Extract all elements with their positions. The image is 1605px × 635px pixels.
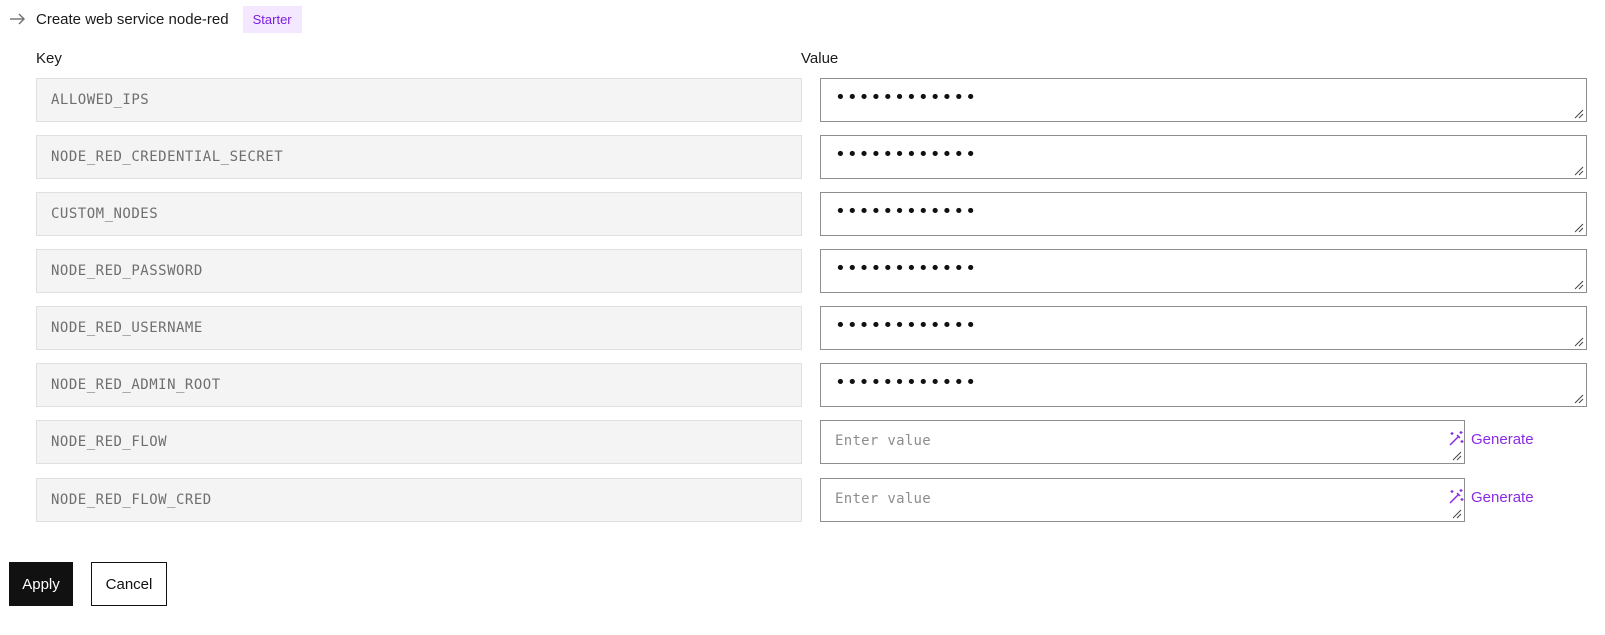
value-field[interactable]: •••••••••••• — [820, 135, 1587, 179]
key-column-label: Key — [36, 50, 62, 67]
arrow-right-icon — [10, 13, 25, 25]
masked-value: •••••••••••• — [835, 87, 978, 108]
env-var-row: ALLOWED_IPS •••••••••••• — [36, 78, 1596, 124]
key-field: NODE_RED_ADMIN_ROOT — [36, 363, 802, 407]
generate-button[interactable]: Generate — [1447, 430, 1534, 448]
env-var-row: NODE_RED_ADMIN_ROOT •••••••••••• — [36, 363, 1596, 409]
resize-handle-icon[interactable] — [1574, 223, 1584, 233]
generate-label: Generate — [1471, 430, 1534, 448]
resize-handle-icon[interactable] — [1452, 509, 1462, 519]
env-var-row: NODE_RED_USERNAME •••••••••••• — [36, 306, 1596, 352]
masked-value: •••••••••••• — [835, 258, 978, 279]
resize-handle-icon[interactable] — [1574, 337, 1584, 347]
key-field: ALLOWED_IPS — [36, 78, 802, 122]
resize-handle-icon[interactable] — [1574, 166, 1584, 176]
env-var-row: CUSTOM_NODES •••••••••••• — [36, 192, 1596, 238]
env-var-row: NODE_RED_FLOW Enter value Generate — [36, 420, 1596, 466]
magic-wand-icon — [1449, 489, 1464, 504]
key-field: NODE_RED_CREDENTIAL_SECRET — [36, 135, 802, 179]
apply-button[interactable]: Apply — [9, 562, 73, 606]
value-field[interactable]: •••••••••••• — [820, 249, 1587, 293]
env-var-row: NODE_RED_CREDENTIAL_SECRET •••••••••••• — [36, 135, 1596, 181]
key-field: NODE_RED_PASSWORD — [36, 249, 802, 293]
resize-handle-icon[interactable] — [1452, 451, 1462, 461]
plan-badge: Starter — [242, 5, 302, 33]
value-field[interactable]: •••••••••••• — [820, 192, 1587, 236]
magic-wand-icon — [1449, 431, 1464, 446]
value-field[interactable]: Enter value — [820, 478, 1465, 522]
value-placeholder: Enter value — [835, 433, 932, 449]
generate-label: Generate — [1471, 488, 1534, 506]
masked-value: •••••••••••• — [835, 315, 978, 336]
value-field[interactable]: •••••••••••• — [820, 78, 1587, 122]
value-field[interactable]: •••••••••••• — [820, 363, 1587, 407]
service-header: Create web service node-red Starter — [8, 5, 302, 33]
value-column-label: Value — [801, 50, 839, 67]
key-field: NODE_RED_FLOW_CRED — [36, 478, 802, 522]
masked-value: •••••••••••• — [835, 372, 978, 393]
page-title: Create web service node-red — [36, 10, 229, 28]
masked-value: •••••••••••• — [835, 201, 978, 222]
resize-handle-icon[interactable] — [1574, 109, 1584, 119]
key-field: NODE_RED_FLOW — [36, 420, 802, 464]
resize-handle-icon[interactable] — [1574, 394, 1584, 404]
env-var-row: NODE_RED_PASSWORD •••••••••••• — [36, 249, 1596, 295]
generate-button[interactable]: Generate — [1447, 488, 1534, 506]
value-field[interactable]: •••••••••••• — [820, 306, 1587, 350]
key-field: NODE_RED_USERNAME — [36, 306, 802, 350]
cancel-button[interactable]: Cancel — [91, 562, 167, 606]
value-placeholder: Enter value — [835, 491, 932, 507]
env-var-row: NODE_RED_FLOW_CRED Enter value Generate — [36, 478, 1596, 524]
masked-value: •••••••••••• — [835, 144, 978, 165]
value-field[interactable]: Enter value — [820, 420, 1465, 464]
resize-handle-icon[interactable] — [1574, 280, 1584, 290]
key-field: CUSTOM_NODES — [36, 192, 802, 236]
